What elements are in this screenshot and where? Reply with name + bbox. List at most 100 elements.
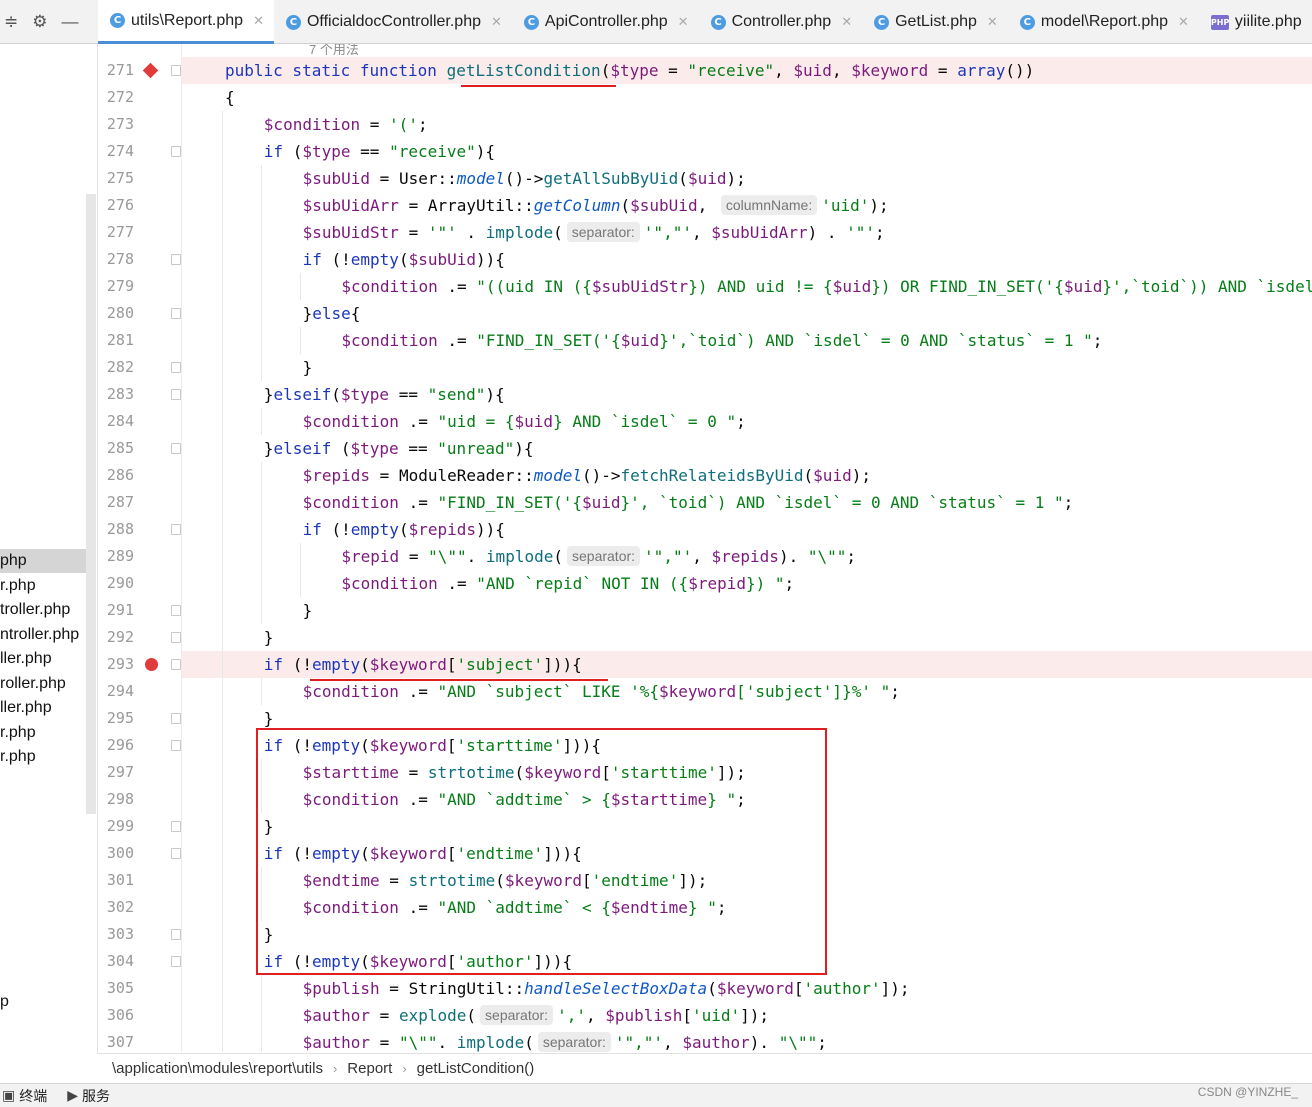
project-tree-item[interactable]: php [0,549,86,573]
code-line[interactable]: 279 $condition .= "((uid IN ({$subUidStr}… [107,273,1312,300]
fold-marker-icon[interactable] [171,929,181,940]
services-button[interactable]: ▶ 服务 [67,1086,110,1106]
terminal-button[interactable]: ▣ 终端 [2,1086,47,1106]
fold-marker-icon[interactable] [171,659,181,670]
fold-marker-icon[interactable] [171,740,181,751]
tab-1[interactable]: C OfficialdocController.php ✕ [274,0,512,44]
line-number[interactable]: 298 [98,786,134,813]
project-tree-item[interactable]: ller.php [0,696,86,720]
code-line[interactable]: 285}elseif ($type == "unread"){ [107,435,1312,462]
fold-marker-icon[interactable] [171,632,181,643]
project-tree-item[interactable]: roller.php [0,672,86,696]
code-text[interactable]: $condition .= "((uid IN ({$subUidStr}) A… [341,273,1312,300]
fold-marker-icon[interactable] [171,146,181,157]
code-text[interactable]: $condition .= "FIND_IN_SET('{$uid}', `to… [303,489,1074,516]
project-tree-item[interactable]: ller.php [0,647,86,671]
code-line[interactable]: 294 $condition .= "AND `subject` LIKE '%{… [107,678,1312,705]
code-line[interactable]: 278 if (!empty($subUid)){ [107,246,1312,273]
line-number[interactable]: 280 [98,300,134,327]
line-number[interactable]: 283 [98,381,134,408]
line-number[interactable]: 285 [98,435,134,462]
gear-icon[interactable]: ⚙ [32,0,47,44]
code-line[interactable]: 283}elseif($type == "send"){ [107,381,1312,408]
collapse-all-icon[interactable]: ≑ [4,0,18,44]
project-tree-item[interactable]: troller.php [0,598,86,622]
line-number[interactable]: 297 [98,759,134,786]
close-icon[interactable]: ✕ [678,14,689,30]
code-text[interactable]: $publish = StringUtil::handleSelectBoxDa… [303,975,910,1002]
fold-marker-icon[interactable] [171,524,181,535]
fold-marker-icon[interactable] [171,362,181,373]
code-line[interactable]: 281 $condition .= "FIND_IN_SET('{$uid}',`… [107,327,1312,354]
code-text[interactable]: $condition .= "AND `subject` LIKE '%{$ke… [303,678,900,705]
code-line[interactable]: 288 if (!empty($repids)){ [107,516,1312,543]
close-icon[interactable]: ✕ [1178,14,1189,30]
code-editor[interactable]: 7 个用法 271 public static function getListC… [98,44,1312,1052]
line-number[interactable]: 273 [98,111,134,138]
project-scrollbar[interactable] [86,194,96,814]
breadcrumb-path[interactable]: \application\modules\report\utils [112,1060,323,1077]
code-line[interactable]: 306 $author = explode(separator: ',', $pub… [107,1002,1312,1029]
code-text[interactable]: $subUidStr = '"' . implode(separator: '",… [303,219,885,246]
code-line[interactable]: 290 $condition .= "AND `repid` NOT IN ({$… [107,570,1312,597]
tab-0[interactable]: Cutils\Report.php ✕ [98,0,274,44]
line-number[interactable]: 295 [98,705,134,732]
code-text[interactable]: if (!empty($keyword['subject'])){ [264,651,582,678]
line-number[interactable]: 277 [98,219,134,246]
line-number[interactable]: 293 [98,651,134,678]
breakpoint-icon[interactable] [145,658,158,671]
line-number[interactable]: 282 [98,354,134,381]
fold-marker-icon[interactable] [171,956,181,967]
code-text[interactable]: if (!empty($subUid)){ [303,246,505,273]
code-line[interactable]: 275 $subUid = User::model()->getAllSubByU… [107,165,1312,192]
tab-6[interactable]: PHP yiilite.php [1199,0,1312,44]
breadcrumb-method[interactable]: getListCondition() [417,1060,535,1077]
line-number[interactable]: 281 [98,327,134,354]
code-line[interactable]: 305 $publish = StringUtil::handleSelectBo… [107,975,1312,1002]
fold-marker-icon[interactable] [171,713,181,724]
code-line[interactable]: 277 $subUidStr = '"' . implode(separator:… [107,219,1312,246]
breadcrumb-class[interactable]: Report [347,1060,392,1077]
code-text[interactable]: if (!empty($repids)){ [303,516,505,543]
code-text[interactable]: $subUid = User::model()->getAllSubByUid(… [303,165,746,192]
fold-marker-icon[interactable] [171,254,181,265]
close-icon[interactable]: ✕ [987,14,998,30]
line-number[interactable]: 289 [98,543,134,570]
line-number[interactable]: 284 [98,408,134,435]
project-tree-item[interactable]: ntroller.php [0,623,86,647]
fold-marker-icon[interactable] [171,443,181,454]
line-number[interactable]: 288 [98,516,134,543]
close-icon[interactable]: ✕ [253,13,264,29]
code-line[interactable]: 292} [107,624,1312,651]
code-text[interactable]: $repids = ModuleReader::model()->fetchRe… [303,462,871,489]
line-number[interactable]: 279 [98,273,134,300]
tab-5[interactable]: Cmodel\Report.php ✕ [1008,0,1199,44]
fold-marker-icon[interactable] [171,605,181,616]
code-line[interactable]: 272{ [107,84,1312,111]
code-text[interactable]: } [264,624,274,651]
line-number[interactable]: 271 [98,57,134,84]
tab-3[interactable]: C Controller.php ✕ [699,0,863,44]
code-text[interactable]: }elseif($type == "send"){ [264,381,505,408]
fold-marker-icon[interactable] [171,389,181,400]
line-number[interactable]: 307 [98,1029,134,1052]
code-line[interactable]: 293 if (!empty($keyword['subject'])){ [107,651,1312,678]
line-number[interactable]: 272 [98,84,134,111]
fold-marker-icon[interactable] [171,848,181,859]
code-text[interactable]: $author = "\"". implode(separator: '","',… [303,1029,827,1052]
line-number[interactable]: 278 [98,246,134,273]
code-text[interactable]: $subUidArr = ArrayUtil::getColumn($subUi… [303,192,889,219]
code-text[interactable]: $repid = "\"". implode(separator: '","', … [341,543,856,570]
line-number[interactable]: 287 [98,489,134,516]
line-number[interactable]: 296 [98,732,134,759]
code-text[interactable]: } [303,354,313,381]
code-text[interactable]: public static function getListCondition(… [225,57,1034,84]
usages-hint[interactable]: 7 个用法 [309,44,359,58]
fold-marker-icon[interactable] [171,65,181,76]
tab-4[interactable]: C GetList.php ✕ [862,0,1008,44]
close-icon[interactable]: ✕ [841,14,852,30]
project-tree-item[interactable]: r.php [0,721,86,745]
minus-icon[interactable]: — [62,0,79,44]
line-number[interactable]: 300 [98,840,134,867]
code-text[interactable]: $author = explode(separator: ',', $publis… [303,1002,769,1029]
